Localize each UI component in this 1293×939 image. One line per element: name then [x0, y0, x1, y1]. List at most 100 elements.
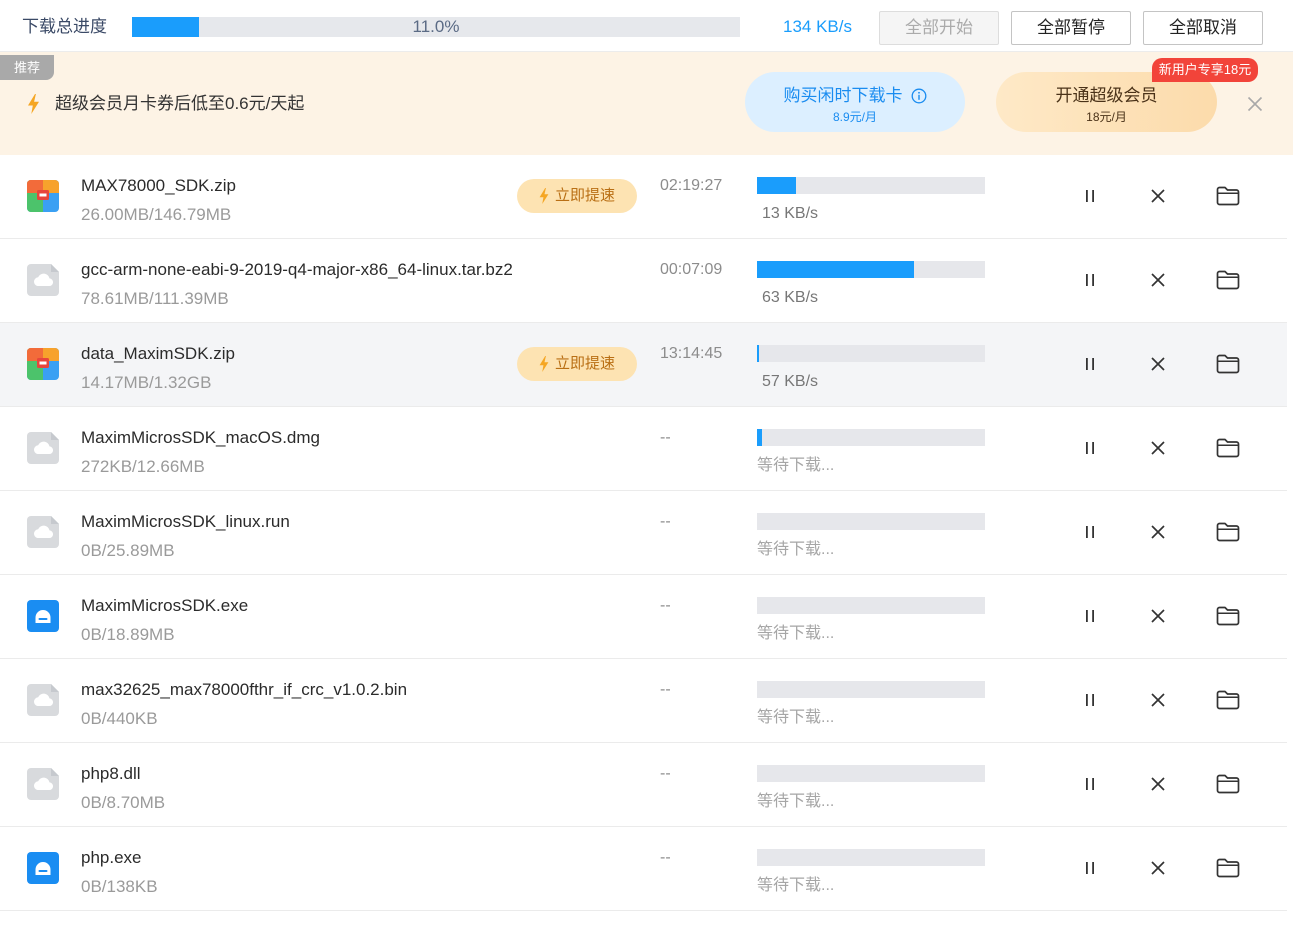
pause-icon — [1083, 441, 1097, 455]
delete-task-button[interactable] — [1150, 272, 1166, 288]
lightning-icon — [539, 356, 549, 372]
download-row[interactable]: php8.dll 0B/8.70MB -- 等待下载... — [0, 743, 1287, 827]
file-name: data_MaximSDK.zip — [81, 344, 236, 363]
download-speed: 等待下载... — [757, 877, 835, 894]
folder-icon — [1216, 186, 1240, 206]
download-row[interactable]: MaximMicrosSDK_linux.run 0B/25.89MB -- 等… — [0, 491, 1287, 575]
close-icon — [1150, 608, 1166, 624]
pause-icon — [1083, 777, 1097, 791]
download-progress-bar — [757, 429, 985, 446]
recommend-tag: 推荐 — [0, 55, 54, 80]
idle-card-label: 购买闲时下载卡 — [783, 86, 903, 105]
pause-button[interactable] — [1083, 189, 1097, 203]
download-row[interactable]: MaximMicrosSDK.exe 0B/18.89MB -- 等待下载... — [0, 575, 1287, 659]
download-row[interactable]: data_MaximSDK.zip 14.17MB/1.32GB 立即提速 13… — [0, 323, 1287, 407]
overall-speed: 134 KB/s — [783, 17, 852, 36]
open-folder-button[interactable] — [1216, 270, 1240, 290]
pause-button[interactable] — [1083, 693, 1097, 707]
download-row[interactable]: MAX78000_SDK.zip 26.00MB/146.79MB 立即提速 0… — [0, 155, 1287, 239]
open-folder-button[interactable] — [1216, 606, 1240, 626]
download-speed: 57 KB/s — [762, 373, 819, 390]
pause-button[interactable] — [1083, 777, 1097, 791]
boost-speed-button[interactable]: 立即提速 — [517, 347, 637, 381]
pause-icon — [1083, 189, 1097, 203]
open-folder-button[interactable] — [1216, 522, 1240, 542]
delete-task-button[interactable] — [1150, 524, 1166, 540]
delete-task-button[interactable] — [1150, 188, 1166, 204]
pause-icon — [1083, 609, 1097, 623]
download-speed: 63 KB/s — [762, 289, 819, 306]
download-row[interactable]: gcc-arm-none-eabi-9-2019-q4-major-x86_64… — [0, 239, 1287, 323]
remaining-time: -- — [660, 513, 671, 530]
delete-task-button[interactable] — [1150, 692, 1166, 708]
folder-icon — [1216, 438, 1240, 458]
download-speed: 等待下载... — [757, 457, 835, 474]
open-folder-button[interactable] — [1216, 354, 1240, 374]
delete-task-button[interactable] — [1150, 608, 1166, 624]
buy-idle-card-button[interactable]: 购买闲时下载卡 8.9元/月 — [745, 72, 965, 132]
open-folder-button[interactable] — [1216, 858, 1240, 878]
download-progress-bar — [757, 849, 985, 866]
lightning-icon — [27, 94, 40, 114]
open-folder-button[interactable] — [1216, 186, 1240, 206]
download-row[interactable]: MaximMicrosSDK_macOS.dmg 272KB/12.66MB -… — [0, 407, 1287, 491]
download-progress-bar — [757, 765, 985, 782]
file-name: php.exe — [81, 848, 142, 867]
open-folder-button[interactable] — [1216, 438, 1240, 458]
pause-button[interactable] — [1083, 609, 1097, 623]
pause-button[interactable] — [1083, 861, 1097, 875]
overall-progress-percent: 11.0% — [412, 17, 460, 36]
delete-task-button[interactable] — [1150, 356, 1166, 372]
folder-icon — [1216, 774, 1240, 794]
pause-button[interactable] — [1083, 273, 1097, 287]
download-row[interactable]: php.exe 0B/138KB -- 等待下载... — [0, 827, 1287, 911]
remaining-time: 13:14:45 — [660, 345, 723, 362]
pause-button[interactable] — [1083, 525, 1097, 539]
folder-icon — [1216, 606, 1240, 626]
installer-icon — [27, 852, 59, 884]
close-promo-button[interactable] — [1246, 95, 1264, 113]
pause-button[interactable] — [1083, 357, 1097, 371]
open-folder-button[interactable] — [1216, 774, 1240, 794]
delete-task-button[interactable] — [1150, 440, 1166, 456]
promo-text: 超级会员月卡券后低至0.6元/天起 — [55, 94, 305, 113]
lightning-icon — [539, 188, 549, 204]
cancel-all-button[interactable]: 全部取消 — [1143, 11, 1263, 45]
file-name: gcc-arm-none-eabi-9-2019-q4-major-x86_64… — [81, 260, 513, 279]
close-icon — [1246, 95, 1264, 113]
pause-icon — [1083, 525, 1097, 539]
file-name: MaximMicrosSDK.exe — [81, 596, 249, 615]
close-icon — [1150, 188, 1166, 204]
close-icon — [1150, 356, 1166, 372]
idle-card-label-row: 购买闲时下载卡 — [745, 84, 965, 108]
download-list: MAX78000_SDK.zip 26.00MB/146.79MB 立即提速 0… — [0, 155, 1287, 911]
pause-icon — [1083, 693, 1097, 707]
pause-all-button[interactable]: 全部暂停 — [1011, 11, 1131, 45]
idle-card-price: 8.9元/月 — [832, 110, 878, 124]
close-icon — [1150, 692, 1166, 708]
pause-button[interactable] — [1083, 441, 1097, 455]
remaining-time: -- — [660, 849, 671, 866]
download-progress-bar — [757, 177, 985, 194]
close-icon — [1150, 776, 1166, 792]
folder-icon — [1216, 858, 1240, 878]
cloud-file-icon — [27, 768, 59, 800]
file-size: 0B/8.70MB — [81, 793, 166, 812]
file-name: MaximMicrosSDK_linux.run — [81, 512, 290, 531]
open-folder-button[interactable] — [1216, 690, 1240, 710]
delete-task-button[interactable] — [1150, 776, 1166, 792]
info-icon[interactable] — [911, 88, 927, 104]
file-name: max32625_max78000fthr_if_crc_v1.0.2.bin — [81, 680, 408, 699]
start-all-button[interactable]: 全部开始 — [879, 11, 999, 45]
promo-banner: 推荐 超级会员月卡券后低至0.6元/天起 购买闲时下载卡 8.9元/月 开通超级… — [0, 52, 1293, 155]
download-row[interactable]: max32625_max78000fthr_if_crc_v1.0.2.bin … — [0, 659, 1287, 743]
download-progress-fill — [757, 429, 762, 446]
download-progress-fill — [757, 261, 915, 278]
remaining-time: 00:07:09 — [660, 261, 723, 278]
file-size: 0B/25.89MB — [81, 541, 175, 560]
boost-speed-button[interactable]: 立即提速 — [517, 179, 637, 213]
vip-label-row: 开通超级会员 — [996, 84, 1217, 108]
boost-speed-label: 立即提速 — [554, 187, 615, 204]
delete-task-button[interactable] — [1150, 860, 1166, 876]
folder-icon — [1216, 522, 1240, 542]
